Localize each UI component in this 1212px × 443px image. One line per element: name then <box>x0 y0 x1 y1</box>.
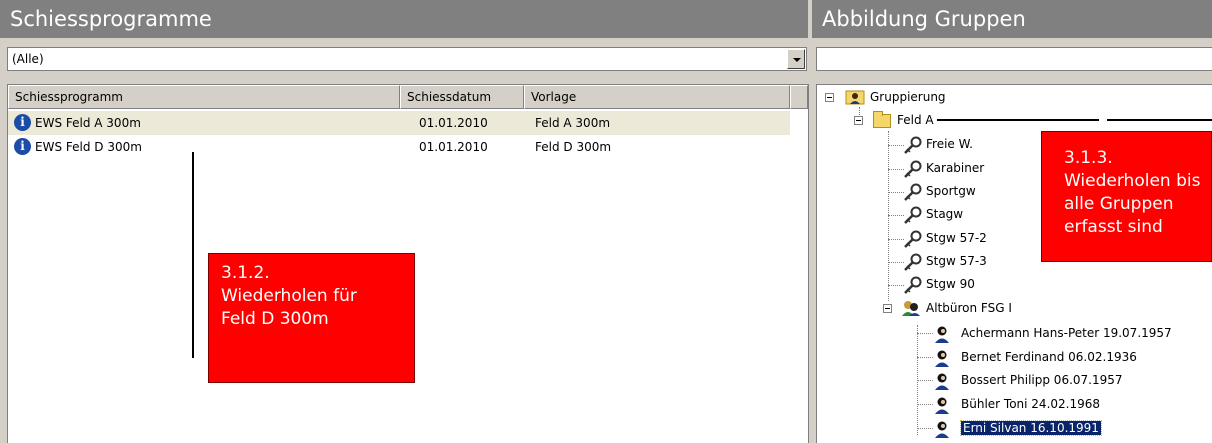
rifle-icon <box>904 183 922 201</box>
program-filter-value: (Alle) <box>12 52 44 66</box>
rifle-icon <box>904 160 922 178</box>
group-icon <box>902 301 920 316</box>
program-list-header: Schiessprogramm Schiessdatum Vorlage <box>8 85 808 109</box>
note-line: erfasst sind <box>1064 217 1163 237</box>
tree-member-label[interactable]: Bossert Philipp 06.07.1957 <box>961 373 1123 387</box>
tree-connector <box>917 333 933 334</box>
group-root-icon <box>845 90 865 105</box>
group-filter-select[interactable] <box>816 47 1212 71</box>
annotation-note-left: 3.1.2. Wiederholen für Feld D 300m <box>208 253 415 383</box>
collapse-icon[interactable] <box>854 116 863 125</box>
note-line: alle Gruppen <box>1064 194 1174 214</box>
info-icon: i <box>14 114 31 131</box>
tree-connector <box>917 404 933 405</box>
program-name: EWS Feld A 300m <box>35 116 141 130</box>
column-header-schiessdatum[interactable]: Schiessdatum <box>400 85 524 109</box>
program-date: 01.01.2010 <box>419 140 488 154</box>
tree-weapon-label[interactable]: Stgw 57-2 <box>926 231 987 245</box>
annotation-line <box>937 119 1099 121</box>
tree-connector <box>917 380 933 381</box>
panel-title-abbildung-gruppen: Abbildung Gruppen <box>812 0 1212 38</box>
note-line: Feld D 300m <box>221 309 329 329</box>
tree-connector <box>888 285 904 286</box>
note-line: 3.1.3. <box>1064 148 1113 168</box>
annotation-line <box>192 152 194 358</box>
tree-connector <box>917 428 933 429</box>
tree-connector <box>888 145 904 146</box>
program-template: Feld A 300m <box>535 116 611 130</box>
collapse-icon[interactable] <box>883 304 892 313</box>
tree-weapon-label[interactable]: Karabiner <box>926 161 984 175</box>
tree-group-label[interactable]: Altbüron FSG I <box>926 301 1012 315</box>
program-name: EWS Feld D 300m <box>35 140 142 154</box>
chevron-down-icon[interactable] <box>787 49 805 69</box>
rifle-icon <box>904 253 922 271</box>
tree-connector <box>888 215 904 216</box>
annotation-line <box>1107 119 1212 121</box>
tree-member-label[interactable]: Bühler Toni 24.02.1968 <box>961 397 1100 411</box>
tree-weapon-label[interactable]: Stagw <box>926 207 963 221</box>
column-header-filler <box>790 85 808 109</box>
rifle-icon <box>904 136 922 154</box>
annotation-note-right: 3.1.3. Wiederholen bis alle Gruppen erfa… <box>1041 131 1212 262</box>
note-line: Wiederholen für <box>221 286 357 306</box>
person-icon <box>935 397 949 414</box>
program-template: Feld D 300m <box>535 140 612 154</box>
person-icon <box>935 421 949 438</box>
tree-weapon-label[interactable]: Stgw 90 <box>926 277 975 291</box>
note-line: Wiederholen bis <box>1064 171 1201 191</box>
folder-icon <box>873 111 891 128</box>
tree-member-label[interactable]: Bernet Ferdinand 06.02.1936 <box>961 350 1137 364</box>
tree-connector <box>917 357 933 358</box>
person-icon <box>935 373 949 390</box>
table-row[interactable]: i EWS Feld A 300m 01.01.2010 Feld A 300m <box>8 111 790 135</box>
collapse-icon[interactable] <box>825 93 834 102</box>
program-filter-select[interactable]: (Alle) <box>7 47 807 71</box>
tree-member-label[interactable]: Erni Silvan 16.10.1991 <box>960 420 1102 436</box>
tree-weapon-label[interactable]: Sportgw <box>926 184 976 198</box>
note-line: 3.1.2. <box>221 263 270 283</box>
program-date: 01.01.2010 <box>419 116 488 130</box>
tree-root-label[interactable]: Gruppierung <box>870 90 946 104</box>
person-icon <box>935 326 949 343</box>
tree-member-label[interactable]: Achermann Hans-Peter 19.07.1957 <box>961 326 1172 340</box>
rifle-icon <box>904 276 922 294</box>
column-header-vorlage[interactable]: Vorlage <box>524 85 790 109</box>
panel-title-schiessprogramme: Schiessprogramme <box>0 0 808 38</box>
info-icon: i <box>14 138 31 155</box>
tree-connector <box>888 192 904 193</box>
tree-connector <box>888 239 904 240</box>
tree-weapon-label[interactable]: Freie W. <box>926 137 973 151</box>
tree-folder-label[interactable]: Feld A <box>897 113 934 127</box>
rifle-icon <box>904 230 922 248</box>
tree-connector <box>888 169 904 170</box>
column-header-schiessprogramm[interactable]: Schiessprogramm <box>8 85 400 109</box>
tree-connector <box>888 131 889 301</box>
person-icon <box>935 350 949 367</box>
tree-connector <box>888 262 904 263</box>
table-row[interactable]: i EWS Feld D 300m 01.01.2010 Feld D 300m <box>8 135 790 159</box>
rifle-icon <box>904 206 922 224</box>
tree-weapon-label[interactable]: Stgw 57-3 <box>926 254 987 268</box>
